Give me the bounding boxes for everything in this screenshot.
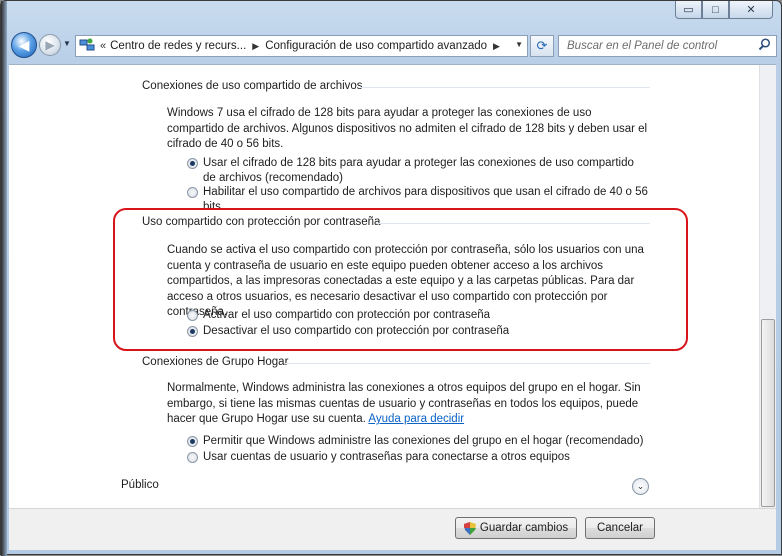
search-input[interactable] — [565, 39, 745, 53]
settings-content: Conexiones de uso compartido de archivos… — [9, 64, 776, 509]
control-panel-window: ▭ □ ✕ ◀ ▶ ▼ « Centro de redes y recurs..… — [0, 0, 782, 556]
cancel-button[interactable]: Cancelar — [585, 517, 655, 539]
radio-use-accounts[interactable]: Usar cuentas de usuario y contraseñas pa… — [187, 450, 647, 465]
scrollbar-thumb[interactable] — [761, 319, 775, 507]
minimize-button[interactable]: ▭ — [675, 1, 702, 19]
section-title-file-sharing: Conexiones de uso compartido de archivos — [142, 80, 363, 92]
vertical-scrollbar[interactable] — [759, 65, 776, 509]
section-divider — [361, 87, 650, 88]
breadcrumb-overflow-icon[interactable]: « — [100, 40, 106, 52]
radio-128bit[interactable]: Usar el cifrado de 128 bits para ayudar … — [187, 156, 642, 186]
search-box[interactable] — [558, 35, 777, 57]
breadcrumb-separator-icon[interactable]: ▶ — [252, 41, 259, 52]
radio-label: Desactivar el uso compartido con protecc… — [203, 325, 510, 337]
section-title-password-sharing: Uso compartido con protección por contra… — [142, 216, 381, 228]
window-edge — [1, 1, 7, 556]
help-decide-link[interactable]: Ayuda para decidir — [368, 413, 464, 425]
forward-button[interactable]: ▶ — [39, 34, 61, 56]
section-divider — [284, 363, 650, 364]
radio-label: Usar el cifrado de 128 bits para ayudar … — [203, 157, 634, 184]
radio-button[interactable] — [187, 187, 198, 198]
network-icon — [79, 38, 95, 50]
homegroup-description: Normalmente, Windows administra las cone… — [167, 381, 647, 428]
section-title-public[interactable]: Público — [121, 479, 159, 491]
file-sharing-description: Windows 7 usa el cifrado de 128 bits par… — [167, 107, 648, 150]
radio-windows-manages[interactable]: Permitir que Windows administre las cone… — [187, 434, 647, 449]
close-button[interactable]: ✕ — [729, 1, 773, 19]
radio-button[interactable] — [187, 310, 198, 321]
control-panel-icon — [78, 38, 96, 55]
save-button[interactable]: Guardar cambios — [455, 517, 577, 539]
section-title-homegroup: Conexiones de Grupo Hogar — [142, 356, 289, 368]
history-dropdown-icon[interactable]: ▼ — [63, 39, 71, 48]
radio-label: Permitir que Windows administre las cone… — [203, 435, 644, 447]
save-button-label: Guardar cambios — [479, 522, 569, 534]
radio-enable-password[interactable]: Activar el uso compartido con protección… — [187, 308, 607, 323]
breadcrumb-network-center[interactable]: Centro de redes y recurs... — [110, 40, 246, 52]
radio-label: Activar el uso compartido con protección… — [203, 309, 491, 321]
footer-bar: Guardar cambios Cancelar — [9, 508, 776, 550]
section-divider — [376, 223, 650, 224]
radio-disable-password[interactable]: Desactivar el uso compartido con protecc… — [187, 324, 607, 339]
expand-chevron-icon[interactable]: ⌄ — [632, 478, 649, 495]
address-dropdown-icon[interactable]: ▼ — [515, 40, 523, 49]
back-button[interactable]: ◀ — [11, 32, 37, 58]
maximize-button[interactable]: □ — [702, 1, 729, 19]
radio-label: Usar cuentas de usuario y contraseñas pa… — [203, 451, 570, 463]
navigation-bar: ◀ ▶ ▼ « Centro de redes y recurs... ▶ Co… — [9, 31, 777, 61]
radio-button-selected[interactable] — [187, 436, 198, 447]
address-bar[interactable]: « Centro de redes y recurs... ▶ Configur… — [75, 35, 528, 57]
radio-button-selected[interactable] — [187, 158, 198, 169]
radio-button[interactable] — [187, 452, 198, 463]
radio-button-selected[interactable] — [187, 326, 198, 337]
refresh-button[interactable]: ⟳ — [530, 35, 554, 57]
caption-buttons: ▭ □ ✕ — [675, 1, 773, 19]
breadcrumb-separator-icon[interactable]: ▶ — [493, 41, 500, 52]
search-icon[interactable] — [758, 38, 771, 54]
breadcrumb-advanced-sharing[interactable]: Configuración de uso compartido avanzado — [265, 40, 487, 52]
uac-shield-icon — [463, 521, 476, 535]
